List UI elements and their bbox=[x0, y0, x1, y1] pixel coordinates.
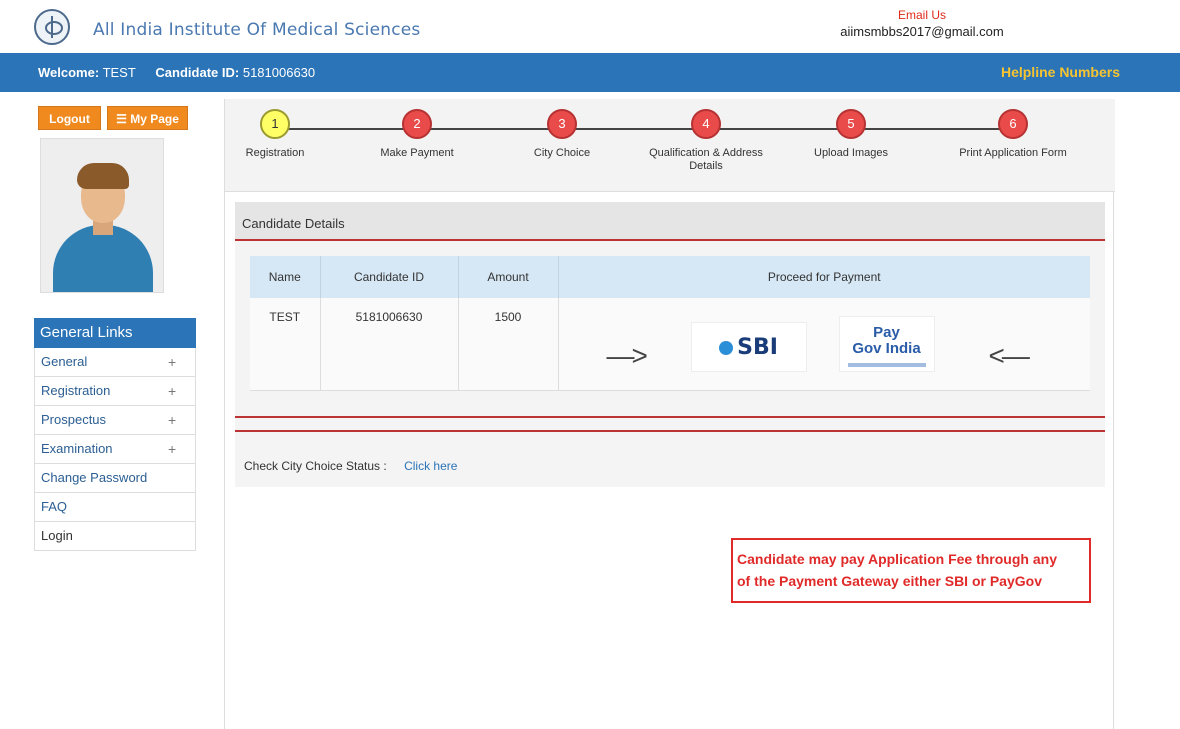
list-icon: ☰ bbox=[116, 112, 131, 126]
cell-name: TEST bbox=[250, 298, 321, 391]
step-number: 3 bbox=[547, 109, 577, 139]
general-links-title: General Links bbox=[34, 318, 196, 348]
email-us: Email Us aiimsmbbs2017@gmail.com bbox=[822, 8, 1022, 39]
site-header: All India Institute Of Medical Sciences … bbox=[0, 0, 1180, 53]
column-header: Proceed for Payment bbox=[558, 256, 1090, 298]
table-header-row: Name Candidate ID Amount Proceed for Pay… bbox=[250, 256, 1090, 298]
expand-icon[interactable]: + bbox=[168, 348, 176, 376]
step-number: 1 bbox=[260, 109, 290, 139]
step-label: City Choice bbox=[533, 147, 591, 159]
sidebar-item-label: Examination bbox=[41, 441, 113, 456]
cell-payment-options: —> SBI Pay Gov India <— bbox=[558, 298, 1090, 391]
step-number: 5 bbox=[836, 109, 866, 139]
sbi-label: SBI bbox=[737, 335, 778, 360]
arrow-right-icon: —> bbox=[606, 340, 648, 371]
candidate-table: Name Candidate ID Amount Proceed for Pay… bbox=[250, 256, 1090, 391]
sidebar-item-label: Registration bbox=[41, 383, 111, 398]
step-label: Registration bbox=[245, 147, 305, 159]
aiims-logo-icon bbox=[34, 9, 70, 45]
divider bbox=[235, 416, 1105, 418]
avatar-body bbox=[53, 225, 153, 292]
welcome-label: Welcome: bbox=[38, 65, 100, 80]
arrow-left-icon: <— bbox=[988, 340, 1030, 371]
candidate-id-value: 5181006630 bbox=[242, 65, 316, 80]
step-upload-images[interactable]: 5 Upload Images bbox=[791, 109, 911, 160]
sidebar-item-login[interactable]: Login bbox=[34, 522, 196, 551]
welcome-info: Welcome: TEST Candidate ID: 5181006630 bbox=[38, 65, 315, 80]
logout-button[interactable]: Logout bbox=[38, 106, 101, 130]
sidebar-item-general[interactable]: General + bbox=[34, 348, 196, 377]
paygov-payment-button[interactable]: Pay Gov India bbox=[838, 316, 935, 372]
candidate-id-label: Candidate ID: bbox=[155, 65, 240, 80]
sidebar-item-label: General bbox=[41, 354, 88, 369]
sbi-logo-icon bbox=[719, 341, 734, 355]
city-choice-status-row: Check City Choice Status : Click here bbox=[235, 442, 1105, 487]
sidebar-item-prospectus[interactable]: Prospectus + bbox=[34, 406, 196, 435]
sidebar-item-label: Prospectus bbox=[41, 412, 107, 427]
my-page-button[interactable]: ☰ My Page bbox=[107, 106, 188, 130]
email-address-link[interactable]: aiimsmbbs2017@gmail.com bbox=[822, 24, 1022, 39]
my-page-label: My Page bbox=[130, 112, 179, 126]
step-city-choice[interactable]: 3 City Choice bbox=[502, 109, 622, 160]
cell-amount: 1500 bbox=[458, 298, 559, 391]
paygov-line1: Pay bbox=[873, 324, 900, 341]
step-registration[interactable]: 1 Registration bbox=[215, 109, 335, 160]
step-number: 2 bbox=[402, 109, 432, 139]
notice-line-1: Candidate may pay Application Fee throug… bbox=[737, 551, 1057, 567]
helpline-numbers-link[interactable]: Helpline Numbers bbox=[1001, 64, 1120, 80]
step-qualification-address[interactable]: 4 Qualification & Address Details bbox=[646, 109, 766, 173]
page: All India Institute Of Medical Sciences … bbox=[0, 0, 1180, 729]
expand-icon[interactable]: + bbox=[168, 435, 176, 463]
expand-icon[interactable]: + bbox=[168, 406, 176, 434]
step-print-application[interactable]: 6 Print Application Form bbox=[953, 109, 1073, 160]
progress-steps: 1 Registration 2 Make Payment 3 City Cho… bbox=[225, 99, 1115, 192]
sidebar-item-registration[interactable]: Registration + bbox=[34, 377, 196, 406]
notice-line-2: of the Payment Gateway either SBI or Pay… bbox=[737, 573, 1042, 589]
step-label: Upload Images bbox=[814, 147, 888, 159]
city-choice-click-here-link[interactable]: Click here bbox=[404, 459, 457, 473]
welcome-name: TEST bbox=[102, 65, 136, 80]
sidebar-item-change-password[interactable]: Change Password bbox=[34, 464, 196, 493]
avatar-hair bbox=[77, 163, 129, 189]
panel-title: Candidate Details bbox=[235, 202, 1105, 241]
step-number: 6 bbox=[998, 109, 1028, 139]
step-label: Qualification & Address Details bbox=[649, 147, 763, 172]
paygov-emblem-bar bbox=[847, 363, 926, 367]
institute-name: All India Institute Of Medical Sciences bbox=[93, 20, 421, 40]
column-header: Name bbox=[250, 256, 321, 298]
sidebar-item-faq[interactable]: FAQ bbox=[34, 493, 196, 522]
email-label: Email Us bbox=[897, 8, 946, 22]
step-label: Print Application Form bbox=[959, 147, 1067, 159]
step-label: Make Payment bbox=[380, 147, 454, 159]
avatar bbox=[40, 138, 164, 293]
main-content: 1 Registration 2 Make Payment 3 City Cho… bbox=[224, 99, 1115, 729]
welcome-bar: Welcome: TEST Candidate ID: 5181006630 H… bbox=[0, 53, 1180, 92]
city-choice-label: Check City Choice Status : bbox=[244, 459, 387, 473]
payment-notice: Candidate may pay Application Fee throug… bbox=[731, 538, 1091, 603]
table-row: TEST 5181006630 1500 —> SBI Pay Gov Indi… bbox=[250, 298, 1090, 391]
step-make-payment[interactable]: 2 Make Payment bbox=[357, 109, 477, 160]
paygov-line2: Gov India bbox=[852, 340, 921, 357]
cell-candidate-id: 5181006630 bbox=[320, 298, 459, 391]
divider bbox=[235, 430, 1105, 432]
column-header: Amount bbox=[458, 256, 559, 298]
expand-icon[interactable]: + bbox=[168, 377, 176, 405]
column-header: Candidate ID bbox=[320, 256, 459, 298]
sidebar-item-examination[interactable]: Examination + bbox=[34, 435, 196, 464]
step-number: 4 bbox=[691, 109, 721, 139]
sbi-payment-button[interactable]: SBI bbox=[690, 322, 807, 372]
